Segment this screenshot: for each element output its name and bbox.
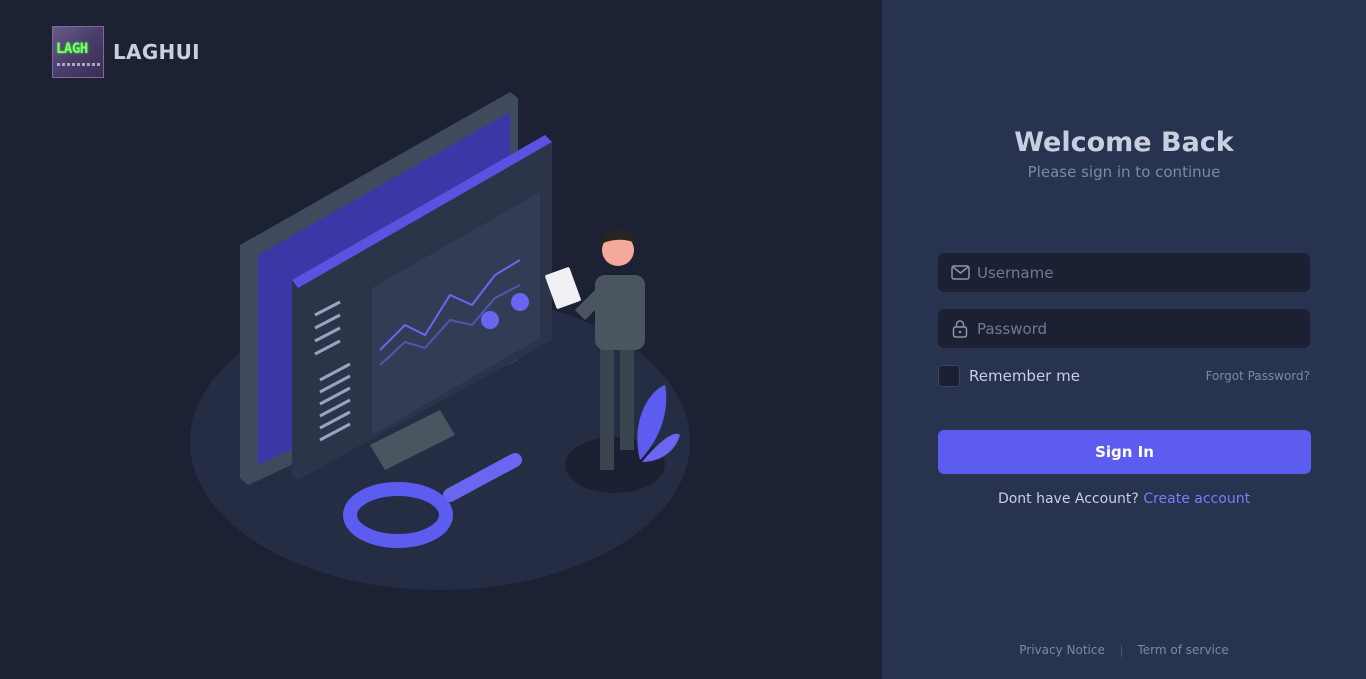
signup-prompt-text: Dont have Account? [997, 491, 1144, 507]
username-input[interactable] [971, 253, 1310, 292]
pie-chart-2 [511, 293, 529, 311]
person-leg-left [600, 340, 614, 470]
remember-me[interactable]: Remember me [938, 365, 1080, 387]
envelope-icon [949, 262, 971, 284]
signup-prompt: Dont have Account? Create account [882, 491, 1366, 507]
terms-of-service-link[interactable]: Term of service [1138, 643, 1229, 657]
person-leg-right [620, 335, 634, 450]
login-panel: Welcome Back Please sign in to continue … [882, 0, 1366, 679]
dashboard-illustration [190, 92, 690, 590]
person-torso [595, 275, 645, 350]
privacy-notice-link[interactable]: Privacy Notice [1019, 643, 1105, 657]
brand-name: LAGHUI [113, 40, 200, 64]
logo-text: LAGH [56, 41, 88, 57]
password-input[interactable] [971, 309, 1310, 348]
pie-chart [481, 311, 499, 329]
footer: Privacy Notice Term of service [882, 643, 1366, 657]
password-field[interactable] [938, 309, 1310, 348]
remember-label: Remember me [969, 367, 1080, 385]
footer-divider [1120, 644, 1122, 657]
create-account-link[interactable]: Create account [1143, 491, 1250, 507]
page-subtitle: Please sign in to continue [1027, 163, 1221, 181]
forgot-password-link[interactable]: Forgot Password? [1206, 369, 1310, 383]
brand: LAGH LAGHUI [52, 26, 200, 78]
lock-icon [949, 318, 971, 340]
page-title: Welcome Back [1014, 127, 1234, 158]
logo-decoration [57, 63, 101, 66]
left-panel: LAGH LAGHUI [0, 0, 882, 679]
remember-checkbox[interactable] [938, 365, 960, 387]
sign-in-button[interactable]: Sign In [938, 430, 1311, 474]
username-field[interactable] [938, 253, 1310, 292]
logo: LAGH [52, 26, 104, 78]
